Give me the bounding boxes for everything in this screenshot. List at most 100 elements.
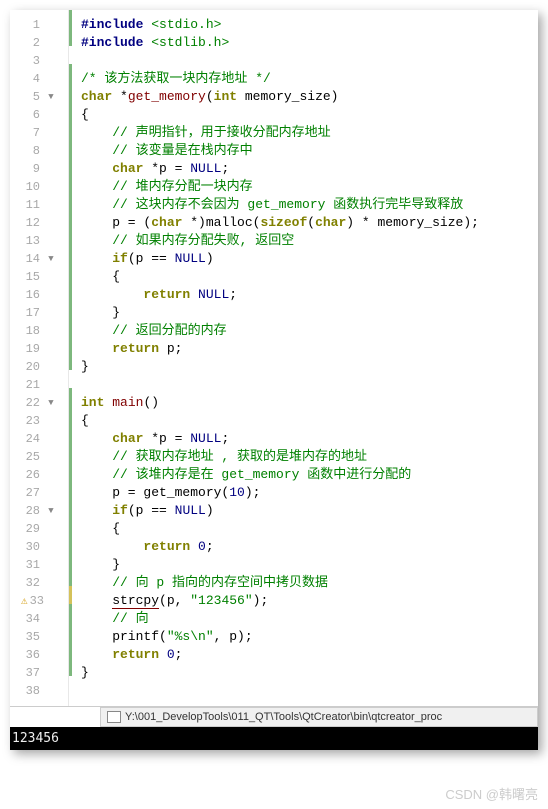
code-line[interactable]: // 获取内存地址 , 获取的是堆内存的地址 xyxy=(73,448,530,466)
gutter-line: 5▼ xyxy=(10,88,68,106)
code-line[interactable] xyxy=(73,682,530,700)
change-bar-saved xyxy=(69,298,72,316)
line-number[interactable]: 34 xyxy=(10,612,44,626)
code-line[interactable]: if(p == NULL) xyxy=(73,250,530,268)
warning-icon[interactable]: ⚠ xyxy=(21,596,28,608)
code-line[interactable]: // 向 xyxy=(73,610,530,628)
line-number[interactable]: 19 xyxy=(10,342,44,356)
code-line[interactable]: strcpy(p, "123456"); xyxy=(73,592,530,610)
line-number[interactable]: 7 xyxy=(10,126,44,140)
gutter-line: 22 ▼ xyxy=(10,394,68,412)
fold-icon[interactable]: ▼ xyxy=(48,398,53,408)
code-line[interactable]: char *get_memory(int memory_size) xyxy=(73,88,530,106)
line-number[interactable]: 35 xyxy=(10,630,44,644)
code-line[interactable]: // 向 p 指向的内存空间中拷贝数据 xyxy=(73,574,530,592)
line-number[interactable]: 18 xyxy=(10,324,44,338)
line-number[interactable]: 31 xyxy=(10,558,44,572)
code-line[interactable] xyxy=(73,52,530,70)
line-number[interactable]: 6 xyxy=(10,108,44,122)
console-output[interactable]: 123456 xyxy=(10,727,538,750)
line-number[interactable]: 20 xyxy=(10,360,44,374)
code-line[interactable]: // 该堆内存是在 get_memory 函数中进行分配的 xyxy=(73,466,530,484)
code-line[interactable]: #include <stdio.h> xyxy=(73,16,530,34)
code-line[interactable]: // 声明指针，用于接收分配内存地址 xyxy=(73,124,530,142)
line-number[interactable]: 3 xyxy=(10,54,44,68)
change-bar-saved xyxy=(69,262,72,280)
code-editor[interactable]: 12345▼67891011121314▼1516171819202122▼23… xyxy=(10,10,538,706)
code-line[interactable] xyxy=(73,376,530,394)
code-line[interactable]: { xyxy=(73,268,530,286)
line-number[interactable]: 32 xyxy=(10,576,44,590)
line-number[interactable]: 25 xyxy=(10,450,44,464)
line-number[interactable]: 27 xyxy=(10,486,44,500)
code-line[interactable]: return 0; xyxy=(73,538,530,556)
code-line[interactable]: // 该变量是在栈内存中 xyxy=(73,142,530,160)
change-bar-saved xyxy=(69,604,72,622)
gutter-line: 38 xyxy=(10,682,68,700)
footer: Y:\001_DevelopTools\011_QT\Tools\QtCreat… xyxy=(10,706,538,750)
line-number[interactable]: 36 xyxy=(10,648,44,662)
change-bar-saved xyxy=(69,100,72,118)
line-number[interactable]: 24 xyxy=(10,432,44,446)
line-number[interactable]: 2 xyxy=(10,36,44,50)
line-number[interactable]: 10 xyxy=(10,180,44,194)
code-line[interactable]: #include <stdlib.h> xyxy=(73,34,530,52)
line-number[interactable]: 37 xyxy=(10,666,44,680)
code-line[interactable]: // 如果内存分配失败, 返回空 xyxy=(73,232,530,250)
line-number[interactable]: 38 xyxy=(10,684,44,698)
line-number[interactable]: 16 xyxy=(10,288,44,302)
code-line[interactable]: } xyxy=(73,304,530,322)
line-number[interactable]: 28 xyxy=(10,504,44,518)
line-number[interactable]: 12 xyxy=(10,216,44,230)
code-line[interactable]: char *p = NULL; xyxy=(73,160,530,178)
code-line[interactable]: return p; xyxy=(73,340,530,358)
gutter-line: 26 xyxy=(10,466,68,484)
code-line[interactable]: char *p = NULL; xyxy=(73,430,530,448)
code-line[interactable]: p = get_memory(10); xyxy=(73,484,530,502)
line-number[interactable]: 5 xyxy=(10,90,44,104)
line-number[interactable]: 14 xyxy=(10,252,44,266)
fold-icon[interactable]: ▼ xyxy=(48,506,53,516)
line-number[interactable]: 1 xyxy=(10,18,44,32)
code-line[interactable]: // 返回分配的内存 xyxy=(73,322,530,340)
code-line[interactable]: { xyxy=(73,520,530,538)
line-number[interactable]: 9 xyxy=(10,162,44,176)
line-number[interactable]: 23 xyxy=(10,414,44,428)
line-number[interactable]: 13 xyxy=(10,234,44,248)
code-line[interactable]: return NULL; xyxy=(73,286,530,304)
line-number[interactable]: 26 xyxy=(10,468,44,482)
line-number[interactable]: 22 xyxy=(10,396,44,410)
gutter-line: 6 xyxy=(10,106,68,124)
code-line[interactable]: /* 该方法获取一块内存地址 */ xyxy=(73,70,530,88)
line-number[interactable]: 29 xyxy=(10,522,44,536)
line-number[interactable]: 15 xyxy=(10,270,44,284)
code-line[interactable]: printf("%s\n", p); xyxy=(73,628,530,646)
code-line[interactable]: p = (char *)malloc(sizeof(char) * memory… xyxy=(73,214,530,232)
code-line[interactable]: { xyxy=(73,412,530,430)
code-line[interactable]: // 堆内存分配一块内存 xyxy=(73,178,530,196)
change-bar-saved xyxy=(69,136,72,154)
code-line[interactable]: { xyxy=(73,106,530,124)
gutter-line: 36 xyxy=(10,646,68,664)
fold-icon[interactable]: ▼ xyxy=(48,92,53,102)
code-area[interactable]: #include <stdio.h>#include <stdlib.h> /* … xyxy=(68,10,538,706)
line-number[interactable]: 8 xyxy=(10,144,44,158)
gutter-line: 8 xyxy=(10,142,68,160)
line-number[interactable]: ⚠33 xyxy=(10,594,44,608)
line-number[interactable]: 4 xyxy=(10,72,44,86)
line-number[interactable]: 30 xyxy=(10,540,44,554)
code-line[interactable]: // 这块内存不会因为 get_memory 函数执行完毕导致释放 xyxy=(73,196,530,214)
code-line[interactable]: return 0; xyxy=(73,646,530,664)
code-line[interactable]: int main() xyxy=(73,394,530,412)
line-number[interactable]: 11 xyxy=(10,198,44,212)
change-bar-saved xyxy=(69,280,72,298)
line-number[interactable]: 17 xyxy=(10,306,44,320)
change-bar-saved xyxy=(69,28,72,46)
filepath-bar[interactable]: Y:\001_DevelopTools\011_QT\Tools\QtCreat… xyxy=(100,707,538,727)
fold-icon[interactable]: ▼ xyxy=(48,254,53,264)
line-number[interactable]: 21 xyxy=(10,378,44,392)
code-line[interactable]: } xyxy=(73,664,530,682)
code-line[interactable]: if(p == NULL) xyxy=(73,502,530,520)
code-line[interactable]: } xyxy=(73,556,530,574)
code-line[interactable]: } xyxy=(73,358,530,376)
